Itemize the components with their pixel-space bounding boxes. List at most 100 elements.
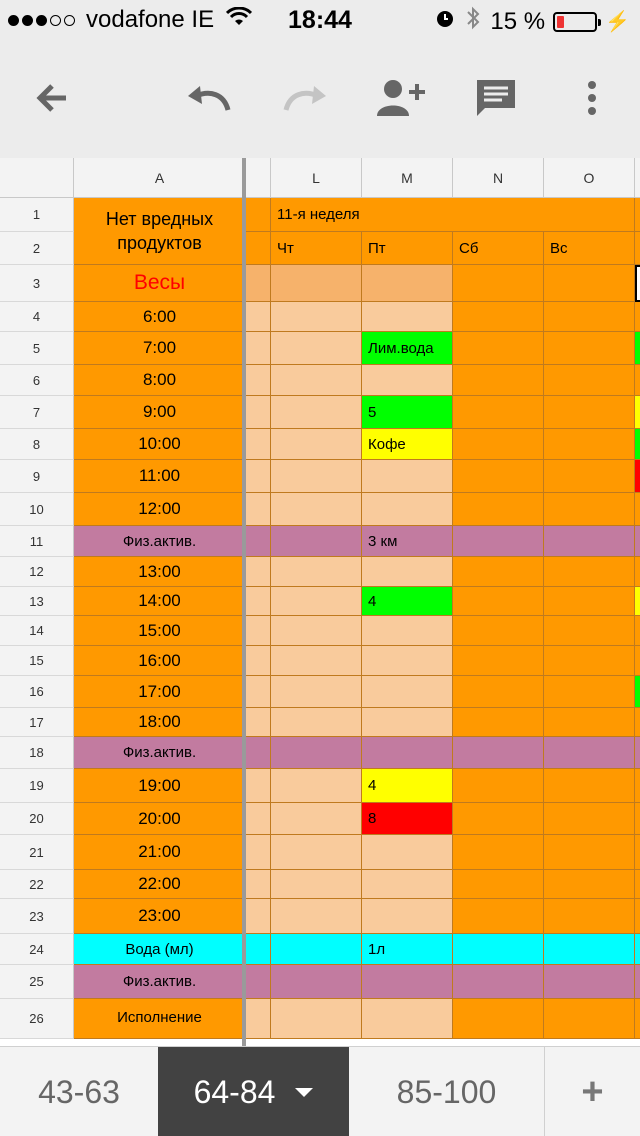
cell-n-22[interactable] bbox=[453, 870, 544, 899]
cell-m-9[interactable] bbox=[362, 460, 453, 493]
cell-h-2[interactable] bbox=[246, 232, 271, 265]
cell-m-13[interactable]: 4 bbox=[362, 587, 453, 616]
cell-l-8[interactable] bbox=[271, 429, 362, 460]
sheet-tab-85-100[interactable]: 85-100 bbox=[349, 1047, 544, 1136]
cell-o-12[interactable] bbox=[544, 557, 635, 587]
cell-h-13[interactable] bbox=[246, 587, 271, 616]
cell-h-5[interactable] bbox=[246, 332, 271, 365]
cell-a-16[interactable]: 17:00 bbox=[74, 676, 246, 708]
cell-m-6[interactable] bbox=[362, 365, 453, 396]
cell-m-16[interactable] bbox=[362, 676, 453, 708]
sheet-tab-43-63[interactable]: 43-63 bbox=[0, 1047, 158, 1136]
cell-p-21[interactable] bbox=[635, 835, 640, 870]
cell-n-12[interactable] bbox=[453, 557, 544, 587]
row-number[interactable]: 22 bbox=[0, 870, 74, 899]
cell-p-23[interactable] bbox=[635, 899, 640, 934]
cell-h-22[interactable] bbox=[246, 870, 271, 899]
cell-h-12[interactable] bbox=[246, 557, 271, 587]
comment-icon[interactable] bbox=[468, 70, 524, 126]
row-number[interactable]: 10 bbox=[0, 493, 74, 526]
row-number[interactable]: 9 bbox=[0, 460, 74, 493]
cell-h-15[interactable] bbox=[246, 646, 271, 676]
back-arrow-icon[interactable] bbox=[24, 70, 80, 126]
cell-h-7[interactable] bbox=[246, 396, 271, 429]
cell-n-25[interactable] bbox=[453, 965, 544, 999]
cell-a-7[interactable]: 9:00 bbox=[74, 396, 246, 429]
cell-p-4[interactable] bbox=[635, 302, 640, 332]
row-number[interactable]: 16 bbox=[0, 676, 74, 708]
cell-a-8[interactable]: 10:00 bbox=[74, 429, 246, 460]
cell-p-20[interactable] bbox=[635, 803, 640, 835]
row-number[interactable]: 21 bbox=[0, 835, 74, 870]
add-sheet-button[interactable]: + bbox=[544, 1047, 640, 1136]
cell-o-10[interactable] bbox=[544, 493, 635, 526]
add-person-icon[interactable] bbox=[372, 70, 428, 126]
cell-o-26[interactable] bbox=[544, 999, 635, 1039]
cell-a-22[interactable]: 22:00 bbox=[74, 870, 246, 899]
cell-l-15[interactable] bbox=[271, 646, 362, 676]
cell-l-16[interactable] bbox=[271, 676, 362, 708]
cell-o-25[interactable] bbox=[544, 965, 635, 999]
cell-m-15[interactable] bbox=[362, 646, 453, 676]
cell-m-3[interactable] bbox=[362, 265, 453, 302]
cell-l-14[interactable] bbox=[271, 616, 362, 646]
cell-n-9[interactable] bbox=[453, 460, 544, 493]
cell-a-19[interactable]: 19:00 bbox=[74, 769, 246, 803]
cell-a-26[interactable]: Исполнение bbox=[74, 999, 246, 1039]
cell-o-8[interactable] bbox=[544, 429, 635, 460]
row-number[interactable]: 12 bbox=[0, 557, 74, 587]
cell-n-18[interactable] bbox=[453, 737, 544, 769]
cell-a-23[interactable]: 23:00 bbox=[74, 899, 246, 934]
cell-l-10[interactable] bbox=[271, 493, 362, 526]
day-header-cell[interactable]: Вс bbox=[544, 232, 635, 265]
cell-o-6[interactable] bbox=[544, 365, 635, 396]
cell-a-25[interactable]: Физ.актив. bbox=[74, 965, 246, 999]
cell-o-19[interactable] bbox=[544, 769, 635, 803]
cell-a-11[interactable]: Физ.актив. bbox=[74, 526, 246, 557]
corner-cell[interactable] bbox=[0, 158, 74, 198]
column-header-next[interactable] bbox=[635, 158, 640, 198]
cell-n-6[interactable] bbox=[453, 365, 544, 396]
row-number[interactable]: 6 bbox=[0, 365, 74, 396]
cell-n-7[interactable] bbox=[453, 396, 544, 429]
row-number[interactable]: 3 bbox=[0, 265, 74, 302]
cell-h-3[interactable] bbox=[246, 265, 271, 302]
cell-a-5[interactable]: 7:00 bbox=[74, 332, 246, 365]
cell-o-18[interactable] bbox=[544, 737, 635, 769]
cell-n-15[interactable] bbox=[453, 646, 544, 676]
cell-a-10[interactable]: 12:00 bbox=[74, 493, 246, 526]
row-number[interactable]: 8 bbox=[0, 429, 74, 460]
cell-m-22[interactable] bbox=[362, 870, 453, 899]
cell-h-21[interactable] bbox=[246, 835, 271, 870]
cell-p-24[interactable] bbox=[635, 934, 640, 965]
cell-l-17[interactable] bbox=[271, 708, 362, 737]
cell-n-24[interactable] bbox=[453, 934, 544, 965]
cell-m-26[interactable] bbox=[362, 999, 453, 1039]
cell-p-14[interactable] bbox=[635, 616, 640, 646]
cell-p-10[interactable] bbox=[635, 493, 640, 526]
cell-l-4[interactable] bbox=[271, 302, 362, 332]
cell-n-8[interactable] bbox=[453, 429, 544, 460]
cell-l-12[interactable] bbox=[271, 557, 362, 587]
cell-h-6[interactable] bbox=[246, 365, 271, 396]
cell-p-3[interactable] bbox=[635, 265, 640, 302]
row-number[interactable]: 24 bbox=[0, 934, 74, 965]
cell-p-19[interactable] bbox=[635, 769, 640, 803]
cell-h-14[interactable] bbox=[246, 616, 271, 646]
cell-o-4[interactable] bbox=[544, 302, 635, 332]
cell-o-7[interactable] bbox=[544, 396, 635, 429]
cell-o-17[interactable] bbox=[544, 708, 635, 737]
cell-p-13[interactable] bbox=[635, 587, 640, 616]
cell-o-13[interactable] bbox=[544, 587, 635, 616]
spreadsheet-grid[interactable]: A L M N O 1 Нет вредных продуктов 11-я нед… bbox=[0, 158, 640, 1046]
sheet-title-cell[interactable]: Нет вредных продуктов bbox=[74, 198, 246, 265]
cell-l-13[interactable] bbox=[271, 587, 362, 616]
cell-l-3[interactable] bbox=[271, 265, 362, 302]
week-label-cell[interactable]: 11-я неделя bbox=[271, 198, 635, 232]
cell-p-22[interactable] bbox=[635, 870, 640, 899]
cell-a-20[interactable]: 20:00 bbox=[74, 803, 246, 835]
sheet-tab-64-84[interactable]: 64-84 bbox=[158, 1047, 349, 1136]
cell-o-14[interactable] bbox=[544, 616, 635, 646]
cell-m-24[interactable]: 1л bbox=[362, 934, 453, 965]
cell-o-16[interactable] bbox=[544, 676, 635, 708]
